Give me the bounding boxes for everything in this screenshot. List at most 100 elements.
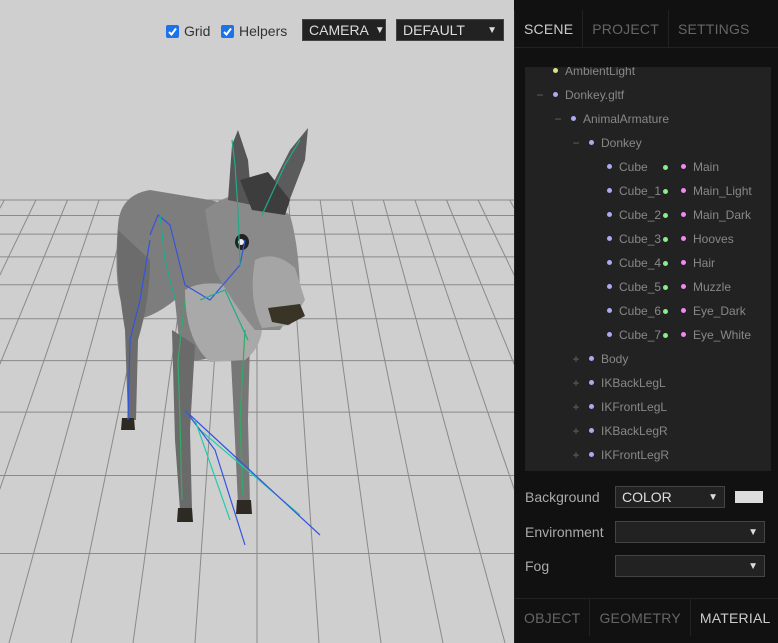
outliner-material-label: Eye_White	[681, 323, 751, 347]
camera-select-value: CAMERA	[309, 22, 369, 38]
outliner-item[interactable]: − AnimalArmature	[525, 107, 771, 131]
background-select-value: COLOR	[622, 489, 672, 505]
tab-object[interactable]: OBJECT	[515, 599, 591, 636]
light-dot-icon	[553, 68, 558, 74]
material-dot-icon	[681, 308, 686, 314]
outliner-item-label: Cube_6	[607, 299, 661, 323]
outliner-item-label: Cube_2	[607, 203, 661, 227]
outliner-item[interactable]: Cube_3 Hooves	[525, 227, 771, 251]
fog-label: Fog	[525, 558, 550, 574]
grid-checkbox-icon[interactable]	[166, 24, 179, 38]
object-dot-icon	[607, 212, 612, 218]
geometry-dot-icon	[663, 333, 668, 338]
tab-geometry[interactable]: GEOMETRY	[590, 599, 691, 636]
outliner-material-label: Eye_Dark	[681, 299, 746, 323]
outliner-item[interactable]: Cube_4 Hair	[525, 251, 771, 275]
helpers-checkbox-icon[interactable]	[221, 24, 234, 38]
material-dot-icon	[681, 212, 686, 218]
environment-select[interactable]: ▼	[615, 521, 765, 543]
outliner-item-label: Body	[589, 347, 628, 371]
outliner-item[interactable]: Cube_7 Eye_White	[525, 323, 771, 347]
outliner-item[interactable]: Cube_5 Muzzle	[525, 275, 771, 299]
object-dot-icon	[589, 140, 594, 146]
material-dot-icon	[681, 188, 686, 194]
outliner-material-label: Hair	[681, 251, 715, 275]
outliner-item[interactable]: − Donkey.gltf	[525, 83, 771, 107]
outliner-item[interactable]: + Body	[525, 347, 771, 371]
collapse-icon[interactable]: −	[571, 131, 581, 155]
object-dot-icon	[607, 236, 612, 242]
scene-outliner[interactable]: AmbientLight − Donkey.gltf − AnimalArmature −…	[525, 67, 771, 471]
outliner-item[interactable]: + IKBackLegR	[525, 419, 771, 443]
outliner-item-label: AmbientLight	[553, 67, 635, 83]
object-dot-icon	[589, 404, 594, 410]
scene-canvas[interactable]	[0, 0, 514, 643]
outliner-item-label: IKFrontLegL	[589, 395, 667, 419]
tab-project[interactable]: PROJECT	[583, 10, 669, 47]
expand-icon[interactable]: +	[571, 443, 581, 467]
collapse-icon[interactable]: −	[553, 107, 563, 131]
outliner-item[interactable]: + IKFrontLegL	[525, 395, 771, 419]
material-dot-icon	[681, 236, 686, 242]
fog-select[interactable]: ▼	[615, 555, 765, 577]
outliner-item-label: Cube_3	[607, 227, 661, 251]
shading-select-value: DEFAULT	[403, 22, 465, 38]
material-dot-icon	[681, 164, 686, 170]
outliner-item[interactable]: Cube Main	[525, 155, 771, 179]
chevron-down-icon: ▼	[708, 491, 718, 503]
shading-select[interactable]: DEFAULT ▼	[396, 19, 504, 41]
outliner-item-label: IKFrontLegR	[589, 443, 669, 467]
outliner-item-label: IKBackLegL	[589, 371, 666, 395]
outliner-item-label: Cube_7	[607, 323, 661, 347]
expand-icon[interactable]: +	[571, 419, 581, 443]
material-dot-icon	[681, 284, 686, 290]
expand-icon[interactable]: +	[571, 395, 581, 419]
object-dot-icon	[589, 380, 594, 386]
top-strip-right	[514, 0, 778, 10]
outliner-item-label: Donkey	[589, 131, 642, 155]
chevron-down-icon: ▼	[748, 560, 758, 572]
outliner-item[interactable]: + IKFrontLegR	[525, 443, 771, 467]
grid-toggle[interactable]: Grid	[166, 19, 210, 43]
outliner-item-label: IKBackLegR	[589, 419, 668, 443]
background-color-swatch[interactable]	[735, 491, 763, 503]
outliner-material-label: Hooves	[681, 227, 734, 251]
helpers-toggle[interactable]: Helpers	[221, 19, 287, 43]
material-dot-icon	[681, 332, 686, 338]
object-dot-icon	[607, 308, 612, 314]
camera-select[interactable]: CAMERA ▼	[302, 19, 386, 41]
background-row: Background COLOR ▼	[525, 486, 771, 508]
outliner-item-label: Cube_4	[607, 251, 661, 275]
expand-icon[interactable]: +	[571, 371, 581, 395]
outliner-item-label: AnimalArmature	[571, 107, 669, 131]
helpers-label: Helpers	[239, 23, 288, 39]
collapse-icon[interactable]: −	[535, 83, 545, 107]
outliner-item[interactable]: AmbientLight	[525, 67, 771, 83]
viewport[interactable]: Grid Helpers CAMERA ▼ DEFAULT ▼	[0, 0, 514, 643]
outliner-item[interactable]: − Donkey	[525, 131, 771, 155]
grid-label: Grid	[184, 23, 211, 39]
tab-scene[interactable]: SCENE	[515, 10, 584, 47]
outliner-item[interactable]: Cube_1 Main_Light	[525, 179, 771, 203]
environment-row: Environment ▼	[525, 521, 771, 543]
chevron-down-icon: ▼	[487, 24, 497, 36]
material-dot-icon	[681, 260, 686, 266]
background-select[interactable]: COLOR ▼	[615, 486, 725, 508]
tab-settings[interactable]: SETTINGS	[669, 10, 759, 47]
object-dot-icon	[589, 428, 594, 434]
tab-material[interactable]: MATERIAL	[690, 599, 778, 636]
geometry-dot-icon	[663, 237, 668, 242]
sidebar-tabs: SCENE PROJECT SETTINGS	[515, 10, 778, 48]
outliner-item[interactable]: + IKBackLegL	[525, 371, 771, 395]
chevron-down-icon: ▼	[374, 24, 385, 36]
geometry-dot-icon	[663, 309, 668, 314]
object-dot-icon	[607, 164, 612, 170]
object-dot-icon	[553, 92, 558, 98]
expand-icon[interactable]: +	[571, 347, 581, 371]
outliner-material-label: Main_Light	[681, 179, 752, 203]
object-dot-icon	[571, 116, 576, 122]
outliner-item[interactable]: Cube_2 Main_Dark	[525, 203, 771, 227]
outliner-item[interactable]: Cube_6 Eye_Dark	[525, 299, 771, 323]
object-dot-icon	[607, 188, 612, 194]
geometry-dot-icon	[663, 165, 668, 170]
